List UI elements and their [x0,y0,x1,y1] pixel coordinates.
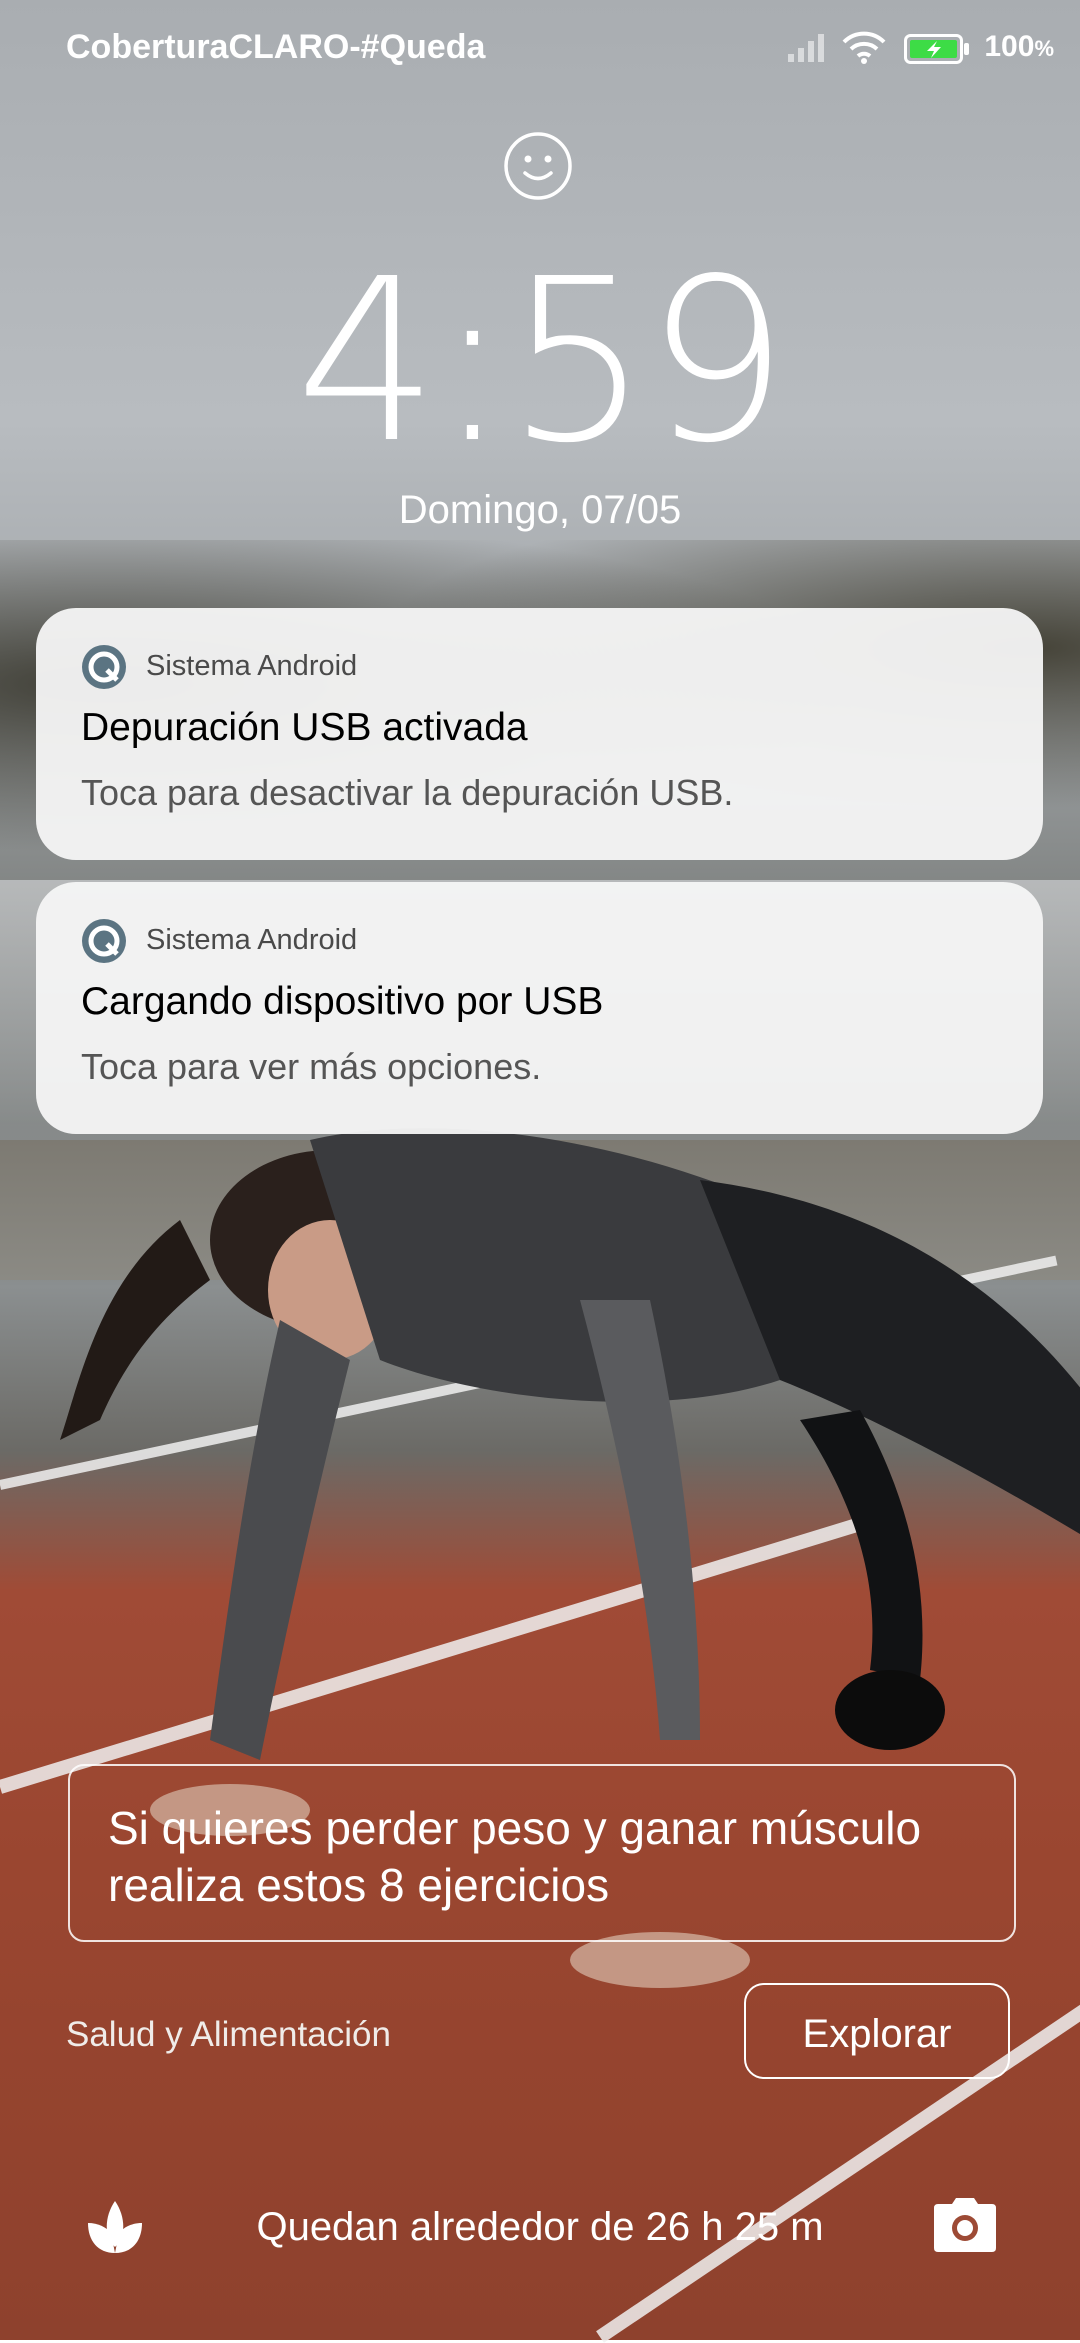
battery-percentage: 100% [984,30,1054,64]
notification-text: Toca para ver más opciones. [81,1046,542,1087]
battery-charging-icon [904,34,969,64]
battery-percent-unit: % [1034,36,1054,61]
carrier-name: CoberturaCLARO-#Queda [66,28,486,66]
battery-remaining-text: Quedan alrededor de 26 h 25 m [256,2205,824,2249]
face-unlock-icon[interactable] [503,131,573,201]
wifi-icon [842,31,886,64]
notification-title: Cargando dispositivo por USB [81,980,604,1023]
android-system-icon [82,645,126,689]
wallpaper-story-card[interactable]: Si quieres perder peso y ganar músculo r… [68,1764,1016,1942]
lockscreen-date: Domingo, 07/05 [398,488,682,532]
explore-button[interactable]: Explorar [744,1983,1010,2079]
notification-usb-charging[interactable]: Sistema Android Cargando dispositivo por… [36,882,1043,1134]
battery-percent-value: 100 [984,30,1035,63]
lockscreen-clock: 4:59 [295,231,788,493]
android-system-icon [82,919,126,963]
status-bar: CoberturaCLARO-#Queda 100% [0,0,1080,100]
camera-icon[interactable] [932,2196,998,2254]
wallpaper-story-headline: Si quieres perder peso y ganar músculo r… [108,1802,922,1911]
wallpaper-category: Salud y Alimentación [66,2015,391,2054]
notification-app-name: Sistema Android [146,924,358,956]
notification-text: Toca para desactivar la depuración USB. [81,772,734,813]
notification-title: Depuración USB activada [81,706,528,749]
notification-usb-debugging[interactable]: Sistema Android Depuración USB activada … [36,608,1043,860]
notification-app-name: Sistema Android [146,650,358,682]
signal-icon [788,34,824,62]
